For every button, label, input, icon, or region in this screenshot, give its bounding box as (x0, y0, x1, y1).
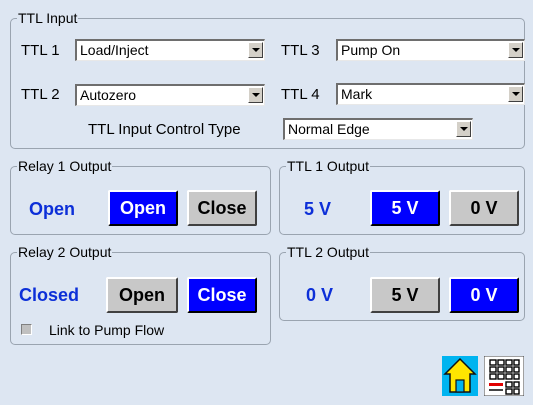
link-to-pump-flow-checkbox[interactable] (21, 324, 32, 335)
ttl2-select[interactable]: Autozero (75, 84, 265, 106)
ttl1-label: TTL 1 (21, 42, 60, 59)
ttl2-output-title: TTL 2 Output (286, 243, 370, 261)
ttl4-select[interactable]: Mark (336, 83, 525, 105)
ttl2-label: TTL 2 (21, 86, 60, 103)
relay2-title: Relay 2 Output (17, 243, 113, 261)
ttl1-output-0v-button[interactable]: 0 V (449, 190, 519, 226)
relay2-close-button[interactable]: Close (187, 277, 257, 313)
relay1-status: Open (29, 199, 76, 219)
ttl3-label: TTL 3 (281, 42, 320, 59)
control-type-select[interactable]: Normal Edge (283, 118, 473, 140)
relay1-open-button[interactable]: Open (108, 190, 178, 226)
chevron-down-icon[interactable] (248, 42, 263, 58)
ttl4-select-value: Mark (341, 86, 373, 102)
ttl2-output-status: 0 V (306, 285, 334, 305)
relay2-status: Closed (19, 285, 80, 305)
ttl1-output-title: TTL 1 Output (286, 157, 370, 175)
keypad-icon (483, 355, 525, 397)
control-type-label: TTL Input Control Type (88, 121, 241, 138)
control-type-select-value: Normal Edge (288, 121, 370, 137)
ttl3-select-value: Pump On (341, 42, 401, 58)
chevron-down-icon[interactable] (508, 42, 523, 58)
ttl1-output-status: 5 V (304, 199, 332, 219)
chevron-down-icon[interactable] (248, 87, 263, 103)
ttl1-select[interactable]: Load/Inject (75, 39, 265, 61)
chevron-down-icon[interactable] (508, 86, 523, 102)
link-to-pump-flow-label[interactable]: Link to Pump Flow (49, 319, 164, 341)
chevron-down-icon[interactable] (456, 121, 471, 137)
ttl-input-title: TTL Input (17, 9, 79, 27)
ttl1-output-5v-button[interactable]: 5 V (370, 190, 440, 226)
keypad-button[interactable] (483, 355, 525, 397)
relay2-open-button[interactable]: Open (106, 277, 178, 313)
relay1-close-button[interactable]: Close (187, 190, 257, 226)
relay1-title: Relay 1 Output (17, 157, 113, 175)
home-icon (442, 356, 478, 396)
home-button[interactable] (442, 356, 478, 396)
ttl4-label: TTL 4 (281, 86, 320, 103)
ttl2-output-0v-button[interactable]: 0 V (449, 277, 519, 313)
ttl3-select[interactable]: Pump On (336, 39, 525, 61)
ttl1-select-value: Load/Inject (80, 42, 149, 58)
ttl2-select-value: Autozero (80, 87, 137, 103)
ttl2-output-5v-button[interactable]: 5 V (370, 277, 440, 313)
